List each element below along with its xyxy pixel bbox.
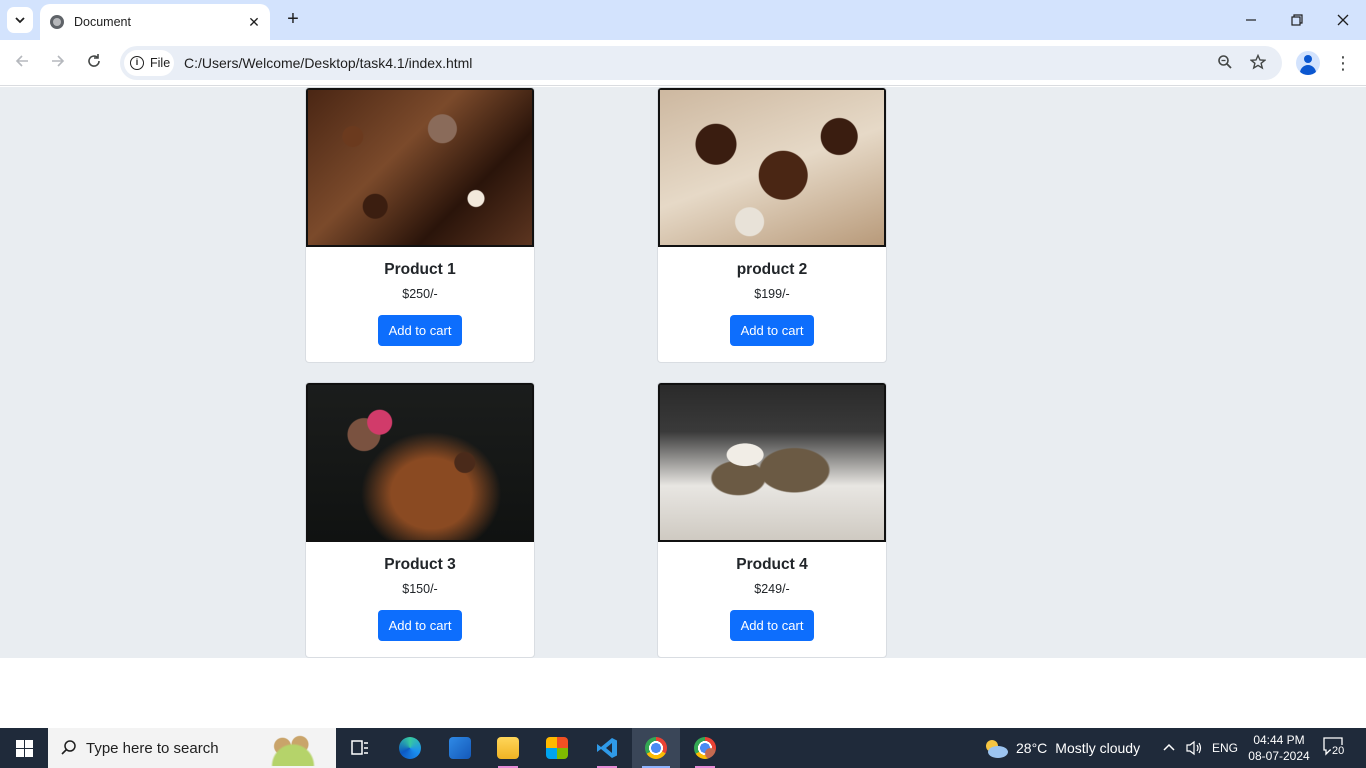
product-card: Product 4 $249/- Add to cart <box>657 382 887 658</box>
product-title: product 2 <box>736 261 808 278</box>
search-icon <box>61 740 76 755</box>
product-card: Product 1 $250/- Add to cart <box>305 87 535 363</box>
back-button[interactable] <box>10 51 34 75</box>
product-title: Product 1 <box>384 261 456 278</box>
forward-button[interactable] <box>46 51 70 75</box>
page-viewport: Product 1 $250/- Add to cart product 2 $… <box>0 87 1366 728</box>
url-text[interactable]: C:/Users/Welcome/Desktop/task4.1/index.h… <box>184 55 472 71</box>
windows-logo-icon <box>15 739 33 757</box>
close-tab-icon[interactable]: ✕ <box>246 14 262 30</box>
mail-icon <box>449 737 471 759</box>
product-image <box>658 383 886 542</box>
weather-description: Mostly cloudy <box>1055 740 1141 756</box>
tab-title: Document <box>74 15 131 29</box>
close-window-button[interactable] <box>1320 0 1366 40</box>
weather-widget[interactable]: 28°C Mostly cloudy <box>982 728 1140 768</box>
arrow-left-icon <box>15 55 28 67</box>
start-button[interactable] <box>0 728 48 768</box>
chevron-up-icon <box>1163 743 1175 751</box>
input-language[interactable]: ENG <box>1212 728 1238 768</box>
zoom-icon[interactable] <box>1216 54 1234 72</box>
bookmark-star-icon[interactable] <box>1249 53 1267 72</box>
chrome-taskbar-button[interactable] <box>632 728 680 768</box>
site-info-chip[interactable]: i File <box>124 50 174 76</box>
product-price: $199/- <box>754 287 790 301</box>
tab-strip: Document ✕ + <box>0 0 1366 40</box>
reload-icon <box>88 54 100 67</box>
address-bar[interactable]: i File C:/Users/Welcome/Desktop/task4.1/… <box>120 46 1282 80</box>
product-image <box>306 383 534 542</box>
task-view-button[interactable] <box>336 728 384 768</box>
chrome-icon <box>645 737 667 759</box>
clock-time: 04:44 PM <box>1253 733 1305 747</box>
edge-taskbar-button[interactable] <box>386 728 434 768</box>
reload-button[interactable] <box>82 51 106 75</box>
task-view-icon <box>351 740 368 755</box>
weather-temperature: 28°C <box>1016 740 1048 756</box>
product-title: Product 3 <box>384 556 456 573</box>
minimize-icon <box>1246 19 1256 21</box>
notification-count-badge: 20 <box>1331 745 1346 757</box>
taskbar-search-box[interactable]: Type here to search <box>48 728 336 768</box>
browser-toolbar: i File C:/Users/Welcome/Desktop/task4.1/… <box>0 40 1366 86</box>
chrome-profile-taskbar-button[interactable] <box>681 728 729 768</box>
vscode-icon <box>597 738 617 758</box>
product-image <box>306 88 534 247</box>
store-taskbar-button[interactable] <box>533 728 581 768</box>
store-icon <box>546 737 568 759</box>
product-image <box>658 88 886 247</box>
add-to-cart-button[interactable]: Add to cart <box>729 610 815 641</box>
product-price: $250/- <box>402 287 438 301</box>
add-to-cart-button[interactable]: Add to cart <box>377 610 463 641</box>
show-hidden-icons-button[interactable] <box>1162 728 1176 768</box>
notification-center-button[interactable]: 20 <box>1322 736 1348 760</box>
product-title: Product 4 <box>736 556 808 573</box>
add-to-cart-button[interactable]: Add to cart <box>377 315 463 346</box>
taskbar-search-placeholder: Type here to search <box>86 739 219 757</box>
new-tab-button[interactable]: + <box>282 9 304 31</box>
globe-icon <box>50 15 64 29</box>
info-icon: i <box>130 56 144 70</box>
restore-icon <box>1291 14 1303 26</box>
vscode-taskbar-button[interactable] <box>583 728 631 768</box>
minimize-button[interactable] <box>1228 0 1274 40</box>
product-price: $150/- <box>402 582 438 596</box>
windows-taskbar: Type here to search 28°C Mostly cloudy E… <box>0 728 1366 768</box>
volume-button[interactable] <box>1185 728 1203 768</box>
profile-avatar-icon[interactable] <box>1296 51 1320 75</box>
product-card: product 2 $199/- Add to cart <box>657 87 887 363</box>
product-price: $249/- <box>754 582 790 596</box>
clock-date: 08-07-2024 <box>1248 749 1310 763</box>
product-card: Product 3 $150/- Add to cart <box>305 382 535 658</box>
chrome-profile-icon <box>694 737 716 759</box>
speaker-icon <box>1186 740 1202 756</box>
tab-search-button[interactable] <box>7 7 33 33</box>
file-explorer-taskbar-button[interactable] <box>484 728 532 768</box>
browser-tab[interactable]: Document ✕ <box>40 4 270 40</box>
site-info-label: File <box>150 56 171 70</box>
search-highlight-illustration <box>258 730 328 766</box>
system-clock[interactable]: 04:44 PM 08-07-2024 <box>1244 732 1314 764</box>
add-to-cart-button[interactable]: Add to cart <box>729 315 815 346</box>
arrow-right-icon <box>52 55 65 67</box>
folder-icon <box>497 737 519 759</box>
mail-taskbar-button[interactable] <box>436 728 484 768</box>
edge-icon <box>399 737 421 759</box>
cloudy-weather-icon <box>986 740 1008 758</box>
chevron-down-icon <box>15 17 25 24</box>
kebab-menu-icon[interactable]: ⋮ <box>1333 51 1353 75</box>
close-icon <box>1337 14 1349 26</box>
restore-button[interactable] <box>1274 0 1320 40</box>
